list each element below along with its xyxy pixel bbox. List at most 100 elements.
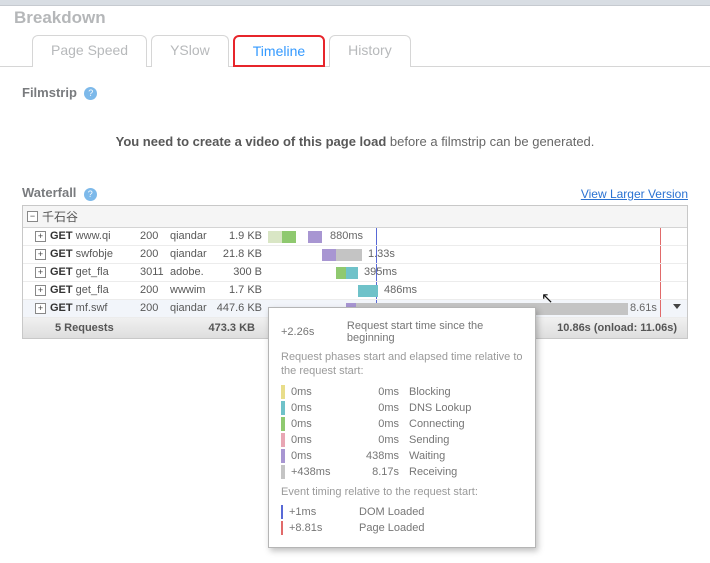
waterfall-label: Waterfall [22, 185, 76, 200]
expand-icon[interactable]: + [35, 231, 46, 242]
page-loaded-line [660, 300, 661, 317]
tt-event-row: +8.81sPage Loaded [281, 521, 523, 535]
tt-phase-row: 0ms0msConnecting [281, 417, 523, 431]
timing-bar [308, 231, 322, 243]
size: 300 B [216, 266, 268, 278]
page-loaded-line [660, 264, 661, 281]
expand-icon[interactable]: + [35, 249, 46, 260]
bar-area: 486ms [268, 282, 687, 299]
timing-bar [336, 249, 362, 261]
summary-size: 473.3 KB [191, 322, 261, 334]
dropdown-icon[interactable] [673, 304, 681, 309]
filmstrip-heading: Filmstrip ? [22, 85, 688, 100]
summary-requests: 5 Requests [23, 322, 191, 334]
filmstrip-message-bold: You need to create a video of this page … [116, 134, 387, 149]
tt-phase-label: DNS Lookup [409, 402, 471, 414]
tab-page-speed[interactable]: Page Speed [32, 35, 147, 67]
request-timing-tooltip: +2.26s Request start time since the begi… [268, 307, 536, 548]
domain: wwwim [170, 284, 216, 296]
waterfall-root-label: 千石谷 [42, 208, 78, 225]
tt-phase-row: +438ms8.17sReceiving [281, 465, 523, 479]
timing-bar [268, 231, 282, 243]
color-swatch [281, 449, 285, 463]
tt-phase-label: Sending [409, 434, 449, 446]
filmstrip-label: Filmstrip [22, 85, 77, 100]
request-name: GET get_fla [50, 266, 140, 278]
tt-event-label: DOM Loaded [359, 506, 424, 518]
size: 1.7 KB [216, 284, 268, 296]
waterfall-heading: Waterfall ? [22, 185, 97, 200]
waterfall-root-row[interactable]: − 千石谷 [23, 206, 687, 228]
tab-yslow[interactable]: YSlow [151, 35, 229, 67]
tt-event-time: +8.81s [289, 522, 359, 534]
row-time: 1.33s [368, 248, 395, 260]
tt-phase-label: Receiving [409, 466, 457, 478]
tt-phase-row: 0ms438msWaiting [281, 449, 523, 463]
color-swatch [281, 433, 285, 447]
color-swatch [281, 401, 285, 415]
waterfall-row[interactable]: +GET get_fla3011adobe.300 B395ms [23, 264, 687, 282]
tt-start-label: Request start time since the beginning [347, 320, 523, 344]
tt-phase-label: Waiting [409, 450, 445, 462]
row-time: 486ms [384, 284, 417, 296]
waterfall-row[interactable]: + GET www.qi200qiandar1.9 KB 880ms [23, 228, 687, 246]
domain: qiandar [170, 230, 216, 242]
collapse-icon[interactable]: − [27, 211, 38, 222]
tab-history[interactable]: History [329, 35, 411, 67]
status-code: 200 [140, 230, 170, 242]
color-swatch [281, 417, 285, 431]
view-larger-link[interactable]: View Larger Version [581, 187, 688, 201]
tt-phase-elapsed: 0ms [361, 402, 409, 414]
row-time: 8.61s [630, 302, 657, 314]
waterfall-row[interactable]: +GET swfobje200qiandar21.8 KB1.33s [23, 246, 687, 264]
tt-phase-label: Connecting [409, 418, 465, 430]
tt-phases-note: Request phases start and elapsed time re… [281, 350, 523, 379]
status-code: 200 [140, 284, 170, 296]
request-name: GET mf.swf [50, 302, 140, 314]
expand-icon[interactable]: + [35, 303, 46, 314]
status-code: 200 [140, 302, 170, 314]
request-name: GET get_fla [50, 284, 140, 296]
tt-phase-row: 0ms0msDNS Lookup [281, 401, 523, 415]
tt-event-row: +1msDOM Loaded [281, 505, 523, 519]
size: 1.9 KB [216, 230, 268, 242]
domain: adobe. [170, 266, 216, 278]
tt-phase-start: 0ms [291, 402, 361, 414]
color-swatch [281, 385, 285, 399]
tt-phase-row: 0ms0msSending [281, 433, 523, 447]
request-name: GET www.qi [50, 230, 140, 242]
expand-icon[interactable]: + [35, 267, 46, 278]
tt-event-time: +1ms [289, 506, 359, 518]
waterfall-row[interactable]: + GET get_fla200wwwim1.7 KB 486ms [23, 282, 687, 300]
help-icon[interactable]: ? [84, 87, 97, 100]
domain: qiandar [170, 248, 216, 260]
tt-phase-start: +438ms [291, 466, 361, 478]
tt-event-label: Page Loaded [359, 522, 424, 534]
help-icon[interactable]: ? [84, 188, 97, 201]
expand-icon[interactable]: + [35, 285, 46, 296]
tt-events-note: Event timing relative to the request sta… [281, 485, 523, 499]
tt-phase-elapsed: 0ms [361, 418, 409, 430]
tt-phase-start: 0ms [291, 418, 361, 430]
color-swatch [281, 521, 283, 535]
size: 447.6 KB [216, 302, 268, 314]
tt-phase-elapsed: 0ms [361, 386, 409, 398]
tab-bar: Page Speed YSlow Timeline History [0, 34, 710, 67]
tt-phase-elapsed: 0ms [361, 434, 409, 446]
page-loaded-line [660, 228, 661, 245]
bar-area: 1.33s [268, 246, 687, 263]
section-title: Breakdown [0, 6, 710, 34]
tt-phase-start: 0ms [291, 434, 361, 446]
summary-time: 10.86s (onload: 11.06s) [557, 322, 687, 334]
row-time: 395ms [364, 266, 397, 278]
timing-bar [346, 267, 358, 279]
bar-area: 395ms [268, 264, 687, 281]
dom-loaded-line [376, 228, 377, 245]
tt-phase-start: 0ms [291, 386, 361, 398]
filmstrip-message: You need to create a video of this page … [22, 100, 688, 185]
tab-timeline[interactable]: Timeline [233, 35, 325, 67]
timing-bar [322, 249, 336, 261]
tt-phase-label: Blocking [409, 386, 451, 398]
filmstrip-message-rest: before a filmstrip can be generated. [386, 134, 594, 149]
row-time: 880ms [330, 230, 363, 242]
